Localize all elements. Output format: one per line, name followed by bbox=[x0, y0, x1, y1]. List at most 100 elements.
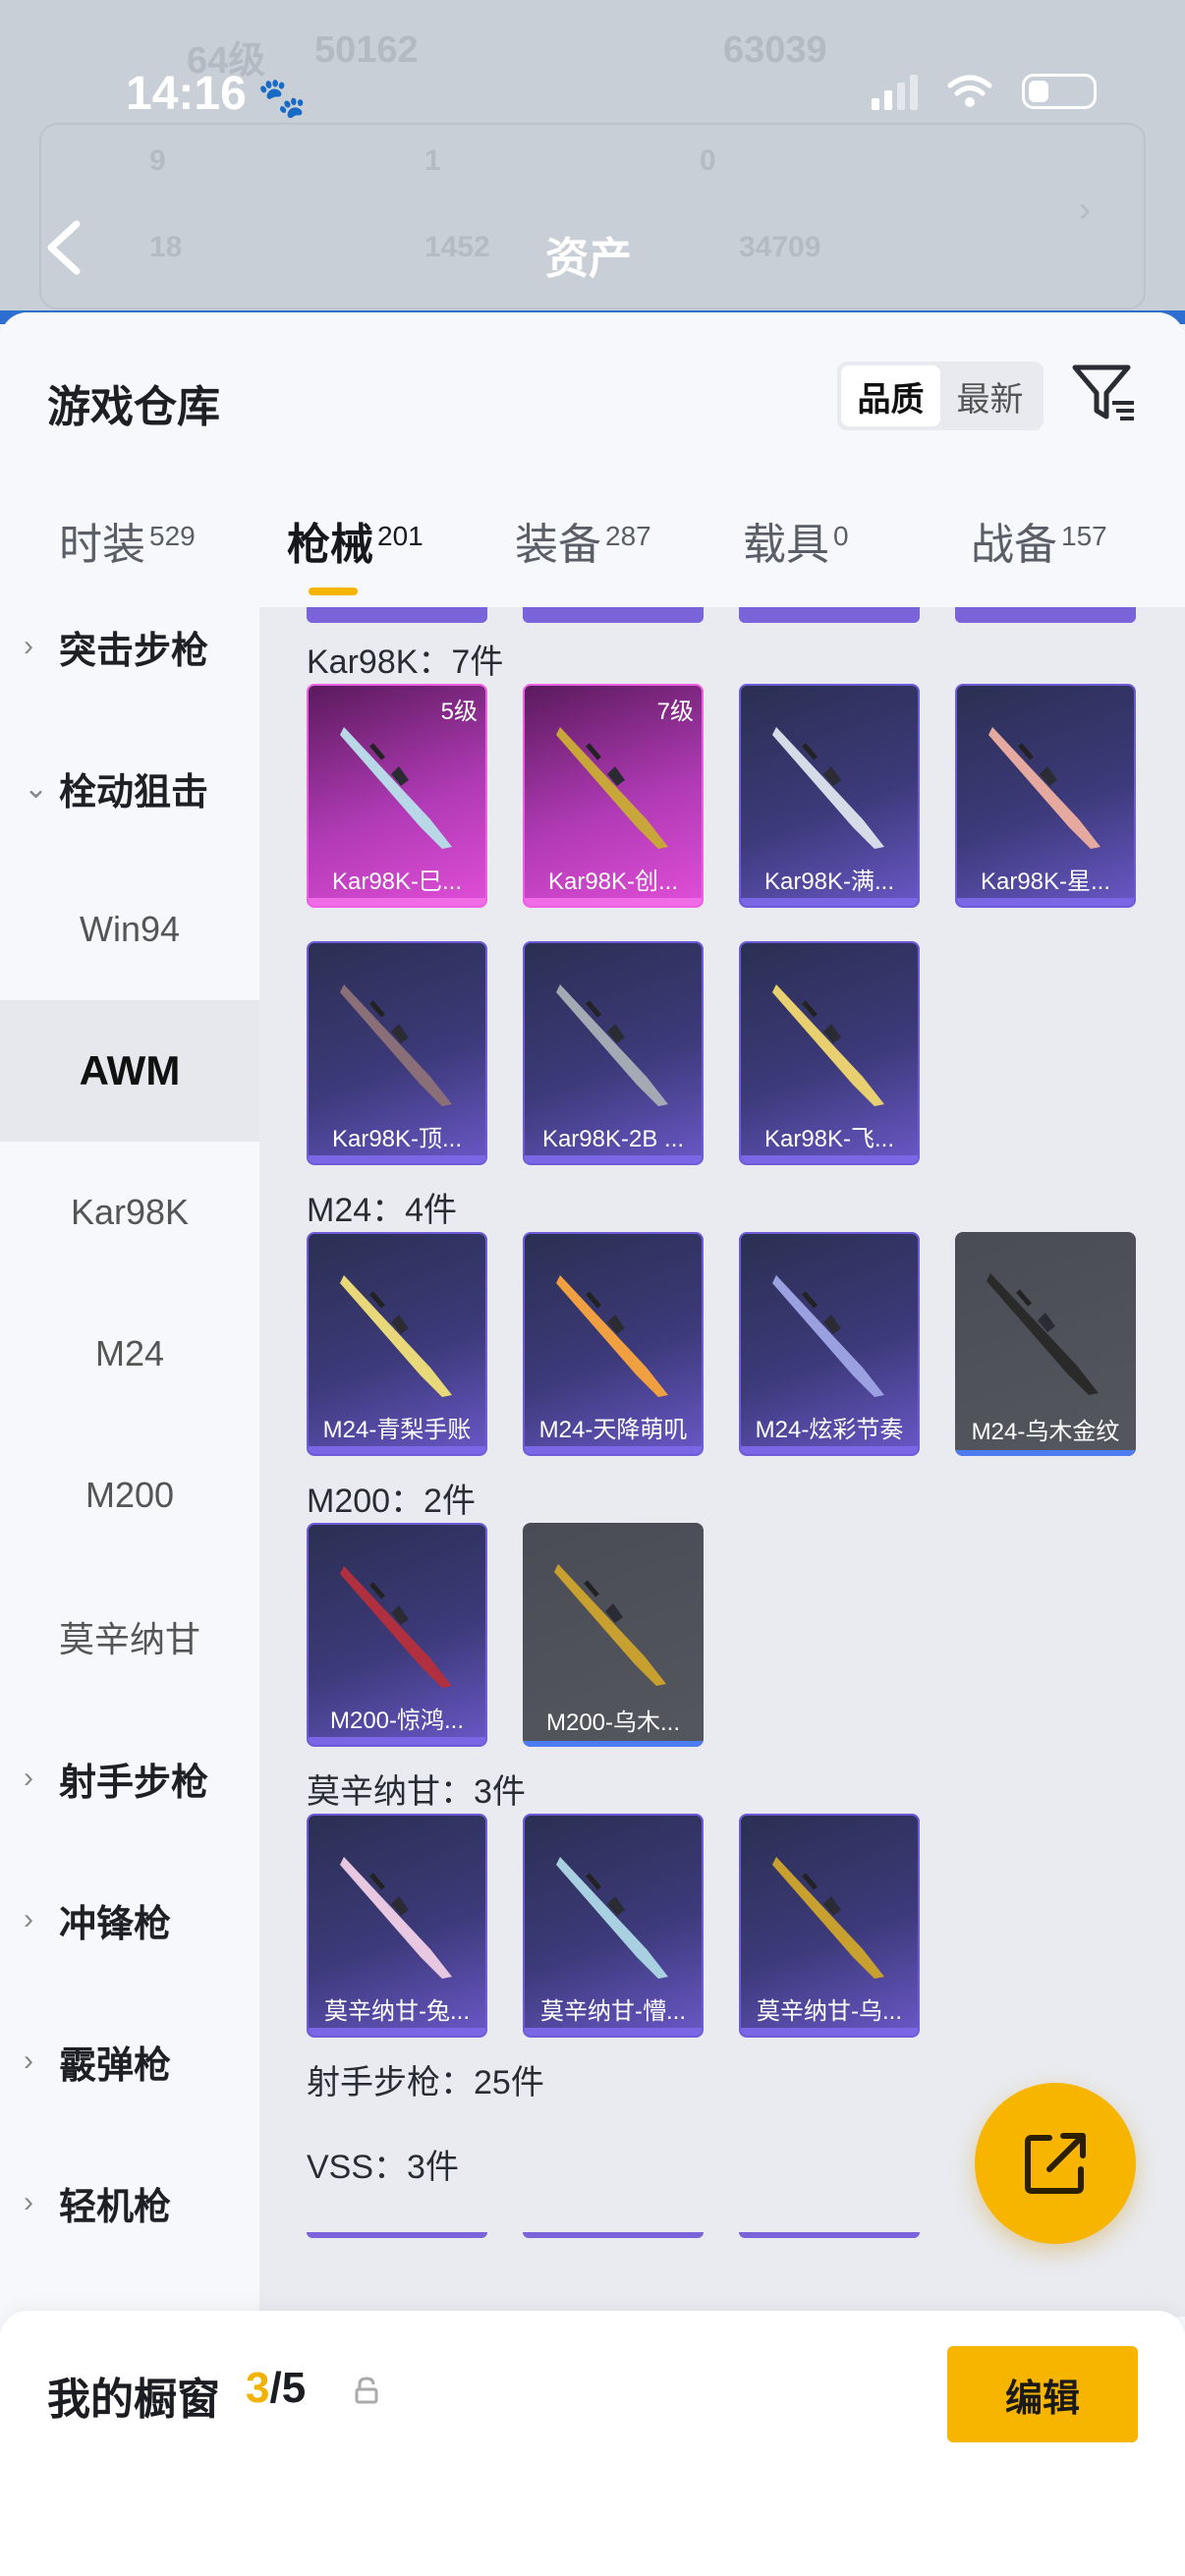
rarity-bar bbox=[741, 1446, 918, 1454]
sidebar-item[interactable]: › 突击步枪 bbox=[0, 576, 259, 717]
rifle-icon bbox=[340, 984, 452, 1106]
rarity-bar bbox=[525, 1446, 702, 1454]
rifle-icon bbox=[772, 1857, 884, 1979]
weapon-card[interactable]: M200-乌木... bbox=[523, 1523, 704, 1747]
weapon-card[interactable]: Kar98K-星... bbox=[955, 684, 1136, 908]
sidebar-item-label: Kar98K bbox=[70, 1192, 190, 1232]
sidebar-item-label: 栓动狙击 bbox=[59, 771, 209, 813]
tab-count: 201 bbox=[377, 521, 423, 551]
weapon-card[interactable]: Kar98K-顶... bbox=[307, 941, 487, 1165]
sidebar-item-label: 霰弹枪 bbox=[59, 2044, 172, 2087]
weapon-name: Kar98K-满... bbox=[763, 868, 895, 895]
tab-count: 157 bbox=[1061, 521, 1107, 551]
card-edge bbox=[307, 2232, 487, 2238]
share-button[interactable] bbox=[975, 2083, 1136, 2244]
card-edge bbox=[739, 607, 920, 623]
sort-newest[interactable]: 最新 bbox=[940, 365, 1040, 426]
sidebar-item-label: 冲锋枪 bbox=[59, 1903, 172, 1945]
sidebar-item[interactable]: › 霰弹枪 bbox=[0, 1990, 259, 2132]
weapon-card[interactable]: Kar98K-满... bbox=[739, 684, 920, 908]
weapon-card[interactable]: M200-惊鸿... bbox=[307, 1523, 487, 1747]
tab-label: 战备 bbox=[971, 521, 1057, 569]
sort-toggle: 品质 最新 bbox=[837, 362, 1044, 430]
weapon-card[interactable]: M24-青梨手账 bbox=[307, 1232, 487, 1456]
tab-label: 装备 bbox=[515, 521, 601, 569]
weapon-name: 莫辛纳甘-兔... bbox=[324, 1998, 470, 2025]
weapon-card[interactable]: 莫辛纳甘-乌... bbox=[739, 1814, 920, 2038]
sidebar-item-label: 莫辛纳甘 bbox=[58, 1619, 200, 1659]
chevron-right-icon: › bbox=[24, 1903, 33, 1935]
weapon-card[interactable]: 莫辛纳甘-懵... bbox=[523, 1814, 704, 2038]
tab-vehicles[interactable]: 载具 0 bbox=[743, 509, 849, 572]
sidebar-item-label: AWM bbox=[79, 1047, 181, 1093]
tab-indicator bbox=[309, 588, 358, 595]
section-title: M200：2件 bbox=[307, 1483, 476, 1520]
weapon-card[interactable]: 5级 Kar98K-巳... bbox=[307, 684, 487, 908]
tab-equipment[interactable]: 装备 287 bbox=[515, 509, 651, 572]
rifle-icon bbox=[987, 1273, 1099, 1395]
back-icon[interactable] bbox=[43, 218, 83, 277]
tab-supplies[interactable]: 战备 157 bbox=[971, 509, 1107, 572]
level-badge: 5级 bbox=[440, 699, 478, 725]
sidebar-item[interactable]: 莫辛纳甘 bbox=[0, 1566, 259, 1708]
sidebar-item-label: M200 bbox=[85, 1475, 175, 1515]
tab-fashion[interactable]: 时装 529 bbox=[59, 509, 196, 572]
weapon-grid: Kar98K：7件 5级 Kar98K-巳... 7级 Kar98K-创... Kar98… bbox=[259, 607, 1185, 2317]
sort-quality[interactable]: 品质 bbox=[841, 365, 940, 426]
rifle-icon bbox=[340, 1566, 452, 1688]
weapon-sidebar: › 突击步枪 ⌄ 栓动狙击 Win94 AWM Kar98K M24 M200 莫辛纳甘 › 射手步枪… bbox=[0, 607, 259, 2317]
weapon-card[interactable]: Kar98K-2B ... bbox=[523, 941, 704, 1165]
rarity-bar bbox=[741, 1155, 918, 1163]
sidebar-item[interactable]: M24 bbox=[0, 1283, 259, 1425]
wifi-icon bbox=[947, 75, 992, 107]
filter-icon[interactable] bbox=[1069, 360, 1138, 428]
sidebar-item-label: 射手步枪 bbox=[59, 1762, 209, 1804]
section-title: 莫辛纳甘：3件 bbox=[307, 1773, 526, 1811]
sidebar-item-label: M24 bbox=[94, 1333, 165, 1373]
rifle-icon bbox=[556, 1857, 668, 1979]
weapon-card[interactable]: 莫辛纳甘-兔... bbox=[307, 1814, 487, 2038]
rifle-icon bbox=[556, 1275, 668, 1397]
tab-label: 时装 bbox=[59, 521, 145, 569]
chevron-right-icon: › bbox=[24, 630, 33, 662]
weapon-card[interactable]: Kar98K-飞... bbox=[739, 941, 920, 1165]
sidebar-item[interactable]: M200 bbox=[0, 1425, 259, 1566]
weapon-name: Kar98K-2B ... bbox=[541, 1126, 685, 1152]
sidebar-item[interactable]: AWM bbox=[0, 1000, 259, 1142]
page-title: 游戏仓库 bbox=[47, 383, 220, 431]
section-title: Kar98K：7件 bbox=[307, 644, 504, 681]
tab-count: 287 bbox=[605, 521, 651, 551]
sidebar-item-label: Win94 bbox=[79, 909, 181, 949]
sidebar-item[interactable]: › 轻机枪 bbox=[0, 2132, 259, 2273]
chevron-right-icon: › bbox=[24, 1762, 33, 1794]
sidebar-item[interactable]: ⌄ 栓动狙击 bbox=[0, 717, 259, 859]
signal-icon bbox=[872, 73, 918, 110]
card-edge bbox=[523, 607, 704, 623]
tab-guns[interactable]: 枪械 201 bbox=[287, 509, 423, 572]
sidebar-item[interactable]: › 冲锋枪 bbox=[0, 1849, 259, 1990]
status-icons bbox=[872, 73, 1097, 110]
weapon-card[interactable]: M24-天降萌叽 bbox=[523, 1232, 704, 1456]
sheet-header: 游戏仓库 品质 最新 时装 529 枪械 201 装备 287 载具 0 战备 157 bbox=[0, 312, 1185, 607]
rifle-icon bbox=[340, 1857, 452, 1979]
weapon-card[interactable]: M24-乌木金纹 bbox=[955, 1232, 1136, 1456]
sidebar-item[interactable]: Win94 bbox=[0, 859, 259, 1000]
weapon-name: M24-乌木金纹 bbox=[971, 1419, 1120, 1445]
chevron-right-icon: › bbox=[24, 2186, 33, 2218]
battery-icon bbox=[1022, 74, 1097, 109]
sidebar-item-label: 轻机枪 bbox=[59, 2186, 172, 2228]
weapon-card[interactable]: M24-炫彩节奏 bbox=[739, 1232, 920, 1456]
weapon-name: Kar98K-顶... bbox=[331, 1126, 463, 1152]
rarity-bar bbox=[525, 1155, 702, 1163]
showcase-current: 3 bbox=[246, 2364, 270, 2412]
sidebar-item[interactable]: Kar98K bbox=[0, 1142, 259, 1283]
rifle-icon bbox=[772, 727, 884, 849]
sidebar-item[interactable]: › 射手步枪 bbox=[0, 1708, 259, 1849]
share-icon bbox=[1025, 2133, 1086, 2194]
weapon-card[interactable]: 7级 Kar98K-创... bbox=[523, 684, 704, 908]
rarity-bar bbox=[309, 1446, 485, 1454]
showcase-bar: 我的橱窗 3/5 编辑 bbox=[0, 2311, 1185, 2576]
tab-count: 529 bbox=[149, 521, 196, 551]
card-edge bbox=[523, 2232, 704, 2238]
edit-button[interactable]: 编辑 bbox=[947, 2346, 1138, 2442]
